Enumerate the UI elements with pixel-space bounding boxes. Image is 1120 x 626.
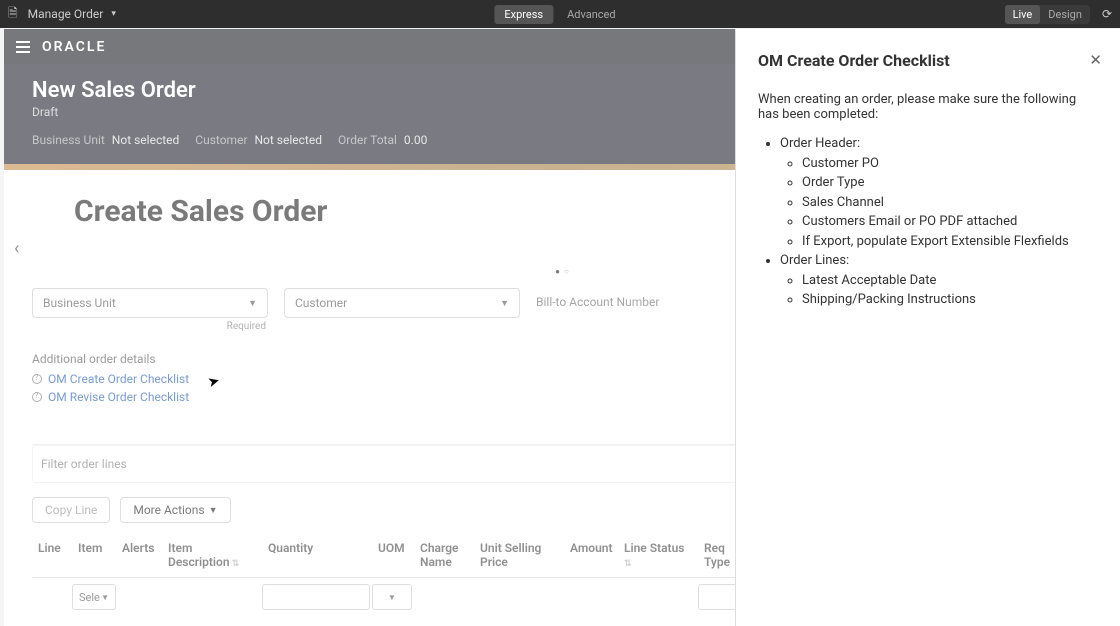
col-charge-name: Charge Name bbox=[414, 537, 474, 573]
copy-line-button[interactable]: Copy Line bbox=[32, 497, 110, 523]
chevron-down-icon: ▼ bbox=[248, 298, 257, 309]
chevron-down-icon: ▼ bbox=[101, 593, 109, 602]
drawer-intro: When creating an order, please make sure… bbox=[758, 92, 1098, 122]
refresh-icon[interactable]: ⟳ bbox=[1102, 7, 1112, 21]
col-quantity: Quantity bbox=[262, 537, 372, 573]
meta-cust-value: Not selected bbox=[255, 133, 322, 147]
meta-cust-label: Customer bbox=[195, 133, 247, 147]
bill-to-label: Bill-to Account Number bbox=[536, 288, 659, 332]
close-icon[interactable]: ✕ bbox=[1089, 51, 1102, 69]
required-hint: Required bbox=[32, 321, 268, 332]
col-item-description[interactable]: Item Description bbox=[162, 537, 262, 573]
item-select[interactable]: Sele ▼ bbox=[72, 584, 116, 610]
express-mode[interactable]: Express bbox=[494, 5, 553, 24]
customer-label: Customer bbox=[295, 296, 347, 310]
document-icon: 🗎 bbox=[8, 4, 18, 25]
checklist-item: Shipping/Packing Instructions bbox=[802, 290, 1098, 310]
business-unit-select[interactable]: Business Unit ▼ bbox=[32, 288, 268, 318]
col-alerts: Alerts bbox=[116, 537, 162, 573]
business-unit-label: Business Unit bbox=[43, 296, 116, 310]
checklist-section-lines: Order Lines: Latest Acceptable Date Ship… bbox=[780, 251, 1098, 310]
checklist-item: Customer PO bbox=[802, 154, 1098, 174]
info-icon bbox=[32, 374, 42, 384]
col-unit-selling-price: Unit Selling Price bbox=[474, 537, 564, 573]
checklist-item: Order Type bbox=[802, 173, 1098, 193]
drawer-title: OM Create Order Checklist bbox=[758, 51, 1098, 70]
col-amount: Amount bbox=[564, 537, 618, 573]
live-toggle[interactable]: Live bbox=[1005, 5, 1041, 24]
customer-select[interactable]: Customer ▼ bbox=[284, 288, 520, 318]
chevron-down-icon: ▾ bbox=[111, 9, 116, 19]
chevron-down-icon: ▼ bbox=[388, 593, 396, 602]
checklist-drawer: ✕ OM Create Order Checklist When creatin… bbox=[735, 29, 1120, 626]
chevron-down-icon: ▼ bbox=[500, 298, 509, 309]
oracle-logo: ORACLE bbox=[42, 39, 106, 55]
item-select-value: Sele bbox=[79, 591, 100, 604]
info-icon bbox=[32, 392, 42, 402]
col-item: Item bbox=[72, 537, 116, 573]
meta-total-value: 0.00 bbox=[404, 133, 427, 147]
checklist-section-header: Order Header: Customer PO Order Type Sal… bbox=[780, 134, 1098, 251]
more-actions-label: More Actions bbox=[133, 503, 204, 517]
meta-total-label: Order Total bbox=[338, 133, 397, 147]
quantity-input[interactable] bbox=[262, 584, 370, 610]
col-uom: UOM bbox=[372, 537, 414, 573]
meta-bu-value: Not selected bbox=[112, 133, 179, 147]
hamburger-menu[interactable] bbox=[16, 41, 30, 53]
back-chevron-icon[interactable]: ‹ bbox=[14, 238, 19, 259]
advanced-mode[interactable]: Advanced bbox=[557, 5, 625, 24]
more-actions-button[interactable]: More Actions ▼ bbox=[120, 497, 230, 523]
manage-order-menu[interactable]: Manage Order bbox=[28, 7, 104, 21]
uom-select[interactable]: ▼ bbox=[372, 584, 412, 610]
col-line: Line bbox=[32, 537, 72, 573]
checklist-item: Sales Channel bbox=[802, 193, 1098, 213]
checklist-item: If Export, populate Export Extensible Fl… bbox=[802, 232, 1098, 252]
col-line-status[interactable]: Line Status bbox=[618, 537, 698, 573]
design-toggle[interactable]: Design bbox=[1040, 5, 1090, 24]
meta-bu-label: Business Unit bbox=[32, 133, 105, 147]
create-checklist-label: OM Create Order Checklist bbox=[48, 372, 189, 386]
chevron-down-icon: ▼ bbox=[209, 505, 218, 516]
checklist-item: Customers Email or PO PDF attached bbox=[802, 212, 1098, 232]
checklist-item: Latest Acceptable Date bbox=[802, 271, 1098, 291]
revise-checklist-label: OM Revise Order Checklist bbox=[48, 390, 189, 404]
